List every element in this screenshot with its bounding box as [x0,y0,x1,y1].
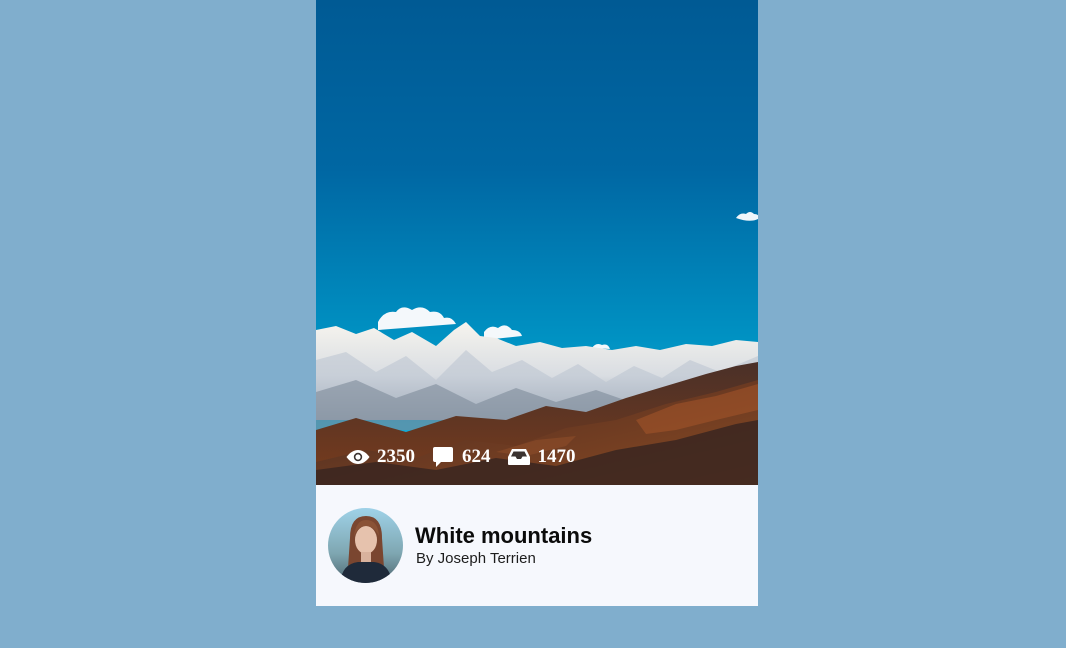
mountain-photo[interactable]: 2350 624 1470 [316,0,758,485]
author-avatar[interactable] [328,508,403,583]
author-name[interactable]: By Joseph Terrien [416,550,536,567]
photo-title[interactable]: White mountains [415,523,592,549]
mountain-scene [316,0,758,485]
views-count: 2350 [377,446,415,467]
views-stat[interactable]: 2350 [346,446,415,468]
card-footer: White mountains By Joseph Terrien [316,485,758,606]
comments-stat[interactable]: 624 [431,446,491,468]
eye-icon [346,446,370,468]
saves-count: 1470 [537,446,576,467]
comment-icon [431,446,455,468]
comments-count: 624 [462,446,491,467]
saves-stat[interactable]: 1470 [507,446,576,468]
photo-card[interactable]: 2350 624 1470 White mountains By Joseph … [316,0,758,606]
photo-stats: 2350 624 1470 [346,446,592,468]
inbox-icon [507,446,531,468]
